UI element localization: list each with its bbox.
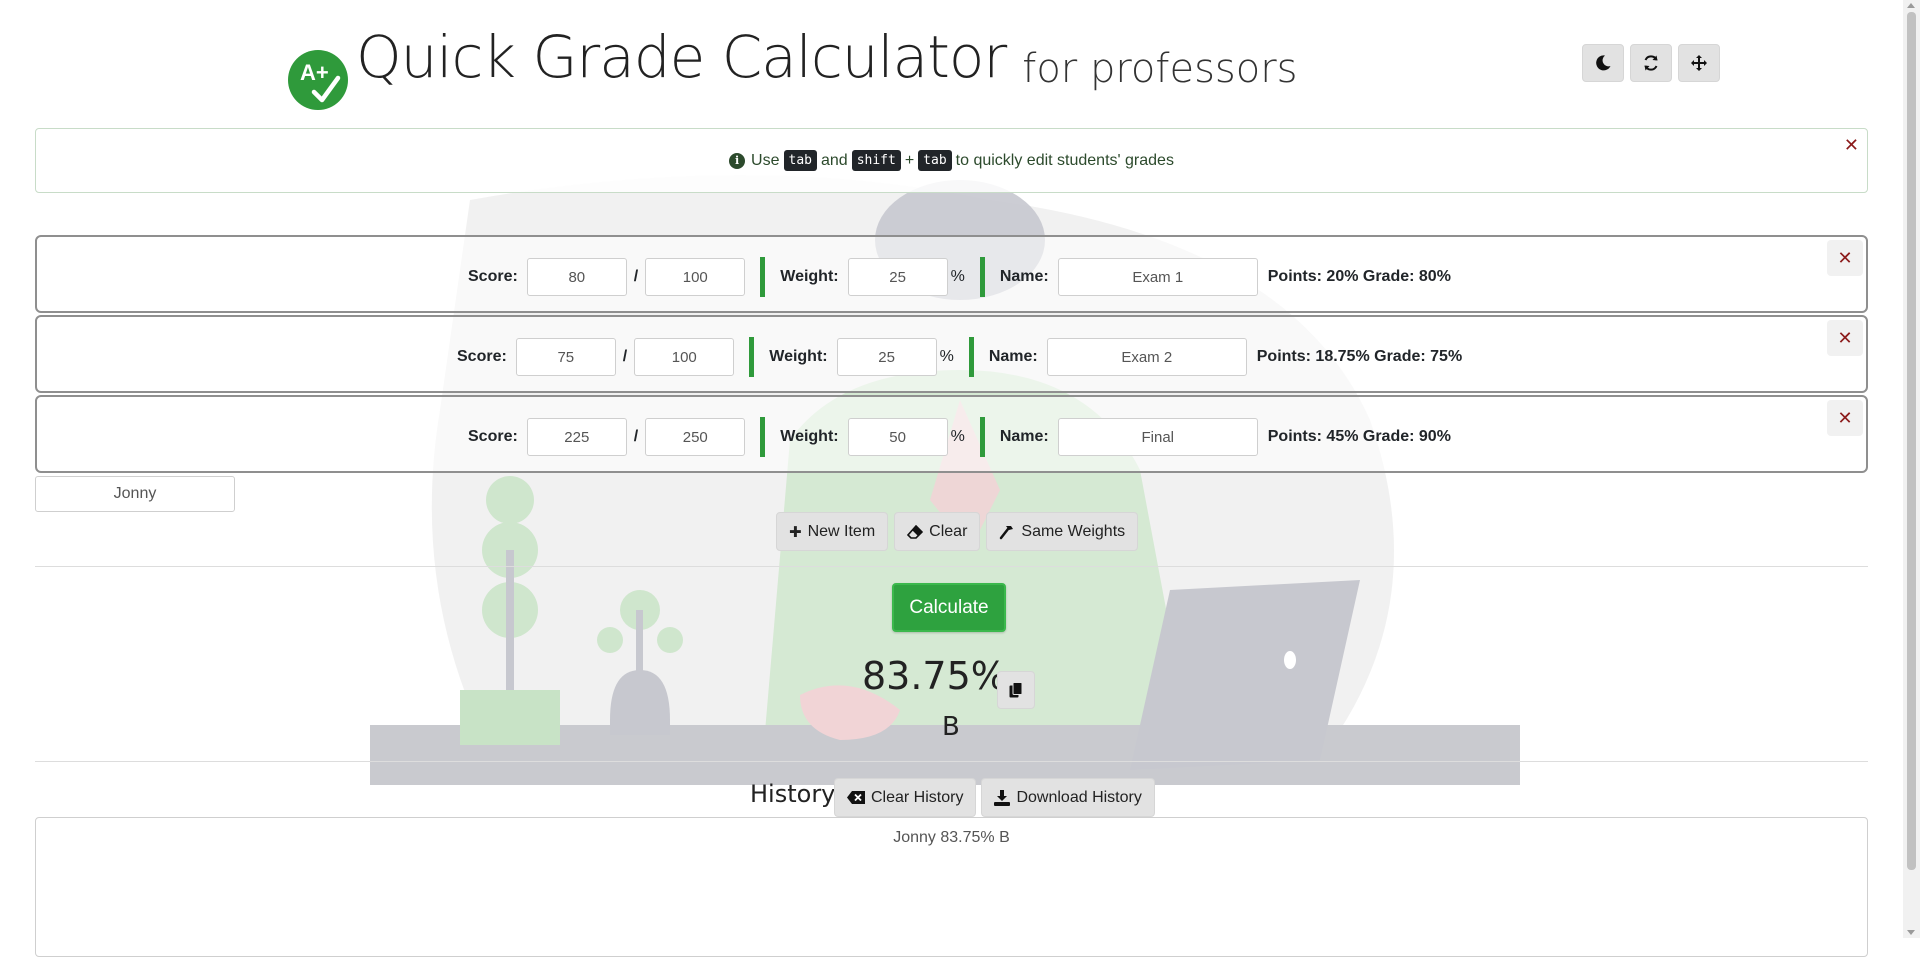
download-icon [994, 789, 1011, 806]
weight-input[interactable]: 25 [847, 258, 948, 296]
clear-history-button[interactable]: Clear History [834, 778, 977, 817]
top-controls [1582, 44, 1720, 82]
new-item-label: New Item [807, 522, 876, 540]
total-input[interactable]: 100 [634, 338, 735, 376]
slash-separator: / [633, 428, 639, 445]
scroll-up-icon[interactable] [1907, 3, 1915, 8]
eraser-icon [907, 524, 924, 539]
slash-separator: / [622, 348, 628, 365]
divider [749, 337, 755, 377]
item-name-input[interactable]: Exam 1 [1057, 258, 1258, 296]
new-item-button[interactable]: ✚ New Item [776, 512, 889, 551]
dark-mode-button[interactable] [1582, 44, 1624, 82]
backspace-icon [847, 791, 865, 804]
copy-icon [1009, 682, 1023, 698]
name-label: Name: [999, 428, 1049, 445]
move-icon [1691, 55, 1707, 71]
page-scrollbar[interactable] [1903, 0, 1920, 938]
final-percent: 83.75% [862, 654, 1007, 698]
same-weights-label: Same Weights [1021, 522, 1126, 540]
history-actions: Clear History Download History [834, 778, 1155, 817]
close-icon[interactable]: ✕ [1844, 135, 1859, 156]
info-icon: i [729, 152, 746, 169]
weight-label: Weight: [769, 348, 828, 365]
info-text-and: and [820, 151, 848, 169]
divider [979, 257, 985, 297]
percent-sign: % [950, 428, 965, 445]
percent-sign: % [939, 348, 954, 365]
key-tab: tab [783, 150, 817, 171]
grade-item: Score: 80 / 100 Weight: 25 % Name: Exam … [35, 235, 1868, 313]
history-entry: Jonny 83.75% B [893, 829, 1010, 846]
remove-item-button[interactable]: ✕ [1827, 400, 1863, 436]
close-icon: ✕ [1837, 247, 1853, 268]
hammer-icon [1000, 525, 1014, 539]
divider [760, 257, 766, 297]
item-result: Points: 45% Grade: 90% [1267, 428, 1451, 445]
info-text-suffix: to quickly edit students' grades [955, 151, 1174, 169]
score-input[interactable]: 225 [526, 418, 627, 456]
item-actions: ✚ New Item Clear Same Weights [776, 512, 1139, 551]
student-name-input[interactable]: Jonny [35, 476, 235, 512]
moon-icon [1596, 55, 1611, 71]
grade-item: Score: 225 / 250 Weight: 50 % Name: Fina… [35, 395, 1868, 473]
refresh-icon [1644, 55, 1658, 71]
slash-separator: / [633, 268, 639, 285]
history-title: History [750, 780, 836, 808]
checkmark-icon [311, 75, 341, 103]
app-logo: A+ [288, 50, 348, 110]
info-alert: i Use tab and shift + tab to quickly edi… [35, 128, 1868, 193]
remove-item-button[interactable]: ✕ [1827, 320, 1863, 356]
item-name-input[interactable]: Final [1057, 418, 1258, 456]
weight-input[interactable]: 50 [847, 418, 948, 456]
download-history-button[interactable]: Download History [981, 778, 1155, 817]
score-label: Score: [468, 428, 518, 445]
refresh-button[interactable] [1630, 44, 1672, 82]
key-tab-2: tab [918, 150, 952, 171]
clear-history-label: Clear History [871, 788, 964, 806]
copy-button[interactable] [997, 671, 1035, 709]
total-input[interactable]: 250 [645, 418, 746, 456]
weight-input[interactable]: 25 [836, 338, 937, 376]
close-icon: ✕ [1837, 327, 1853, 348]
item-name-input[interactable]: Exam 2 [1046, 338, 1247, 376]
clear-button[interactable]: Clear [894, 512, 981, 551]
name-label: Name: [999, 268, 1049, 285]
score-label: Score: [468, 268, 518, 285]
same-weights-button[interactable]: Same Weights [986, 512, 1139, 551]
weight-label: Weight: [780, 428, 839, 445]
remove-item-button[interactable]: ✕ [1827, 240, 1863, 276]
clear-label: Clear [929, 522, 968, 540]
info-text-prefix: Use [751, 151, 780, 169]
divider-top [35, 566, 1868, 567]
key-shift: shift [851, 150, 901, 171]
move-button[interactable] [1678, 44, 1720, 82]
name-label: Name: [988, 348, 1038, 365]
page-title: Quick Grade Calculator [356, 23, 1007, 91]
divider-bottom [35, 761, 1868, 762]
score-input[interactable]: 80 [526, 258, 627, 296]
divider [760, 417, 766, 457]
item-result: Points: 20% Grade: 80% [1267, 268, 1451, 285]
weight-label: Weight: [780, 268, 839, 285]
final-letter-grade: B [942, 712, 960, 742]
divider [979, 417, 985, 457]
percent-sign: % [950, 268, 965, 285]
score-input[interactable]: 75 [515, 338, 616, 376]
scroll-down-icon[interactable] [1907, 930, 1915, 935]
calculate-button[interactable]: Calculate [892, 583, 1006, 632]
history-list: Jonny 83.75% B [35, 817, 1868, 957]
info-text-plus: + [904, 151, 915, 169]
plus-icon: ✚ [789, 523, 802, 541]
scrollbar-thumb[interactable] [1907, 12, 1916, 870]
item-result: Points: 18.75% Grade: 75% [1256, 348, 1463, 365]
close-icon: ✕ [1837, 407, 1853, 428]
divider [968, 337, 974, 377]
score-label: Score: [457, 348, 507, 365]
grade-item: Score: 75 / 100 Weight: 25 % Name: Exam … [35, 315, 1868, 393]
total-input[interactable]: 100 [645, 258, 746, 296]
app-header: A+ Quick Grade Calculator for professors [288, 22, 1298, 112]
page-subtitle: for professors [1022, 46, 1298, 92]
download-history-label: Download History [1016, 788, 1142, 806]
